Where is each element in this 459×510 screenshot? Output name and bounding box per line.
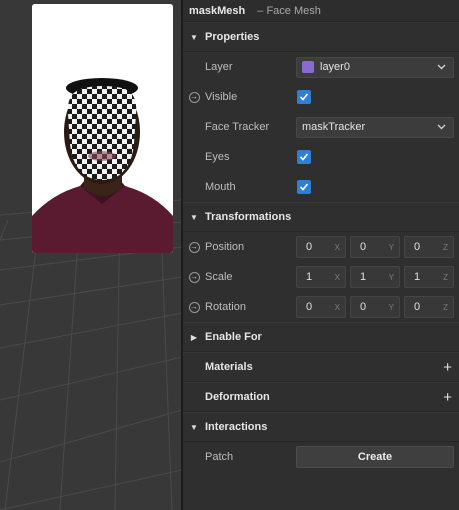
section-title: Enable For [205,331,262,343]
axis-x-label: X [334,273,340,282]
expanded-triangle-icon: ▼ [190,212,198,222]
patch-row: Patch Create [183,442,459,472]
visible-checkbox[interactable] [297,90,311,104]
section-title: Materials [205,361,253,373]
face-tracker-value: maskTracker [302,121,366,133]
section-title: Interactions [205,421,268,433]
section-materials: Materials + [183,352,459,382]
expanded-triangle-icon: ▼ [190,32,198,42]
position-y-field[interactable]: 0Y [350,236,400,258]
add-deformation-plus-icon[interactable]: + [443,390,452,405]
visible-label: Visible [205,91,238,103]
rotation-x-field[interactable]: 0X [296,296,346,318]
rotation-z-field[interactable]: 0Z [404,296,454,318]
patch-arrow-icon[interactable]: → [188,241,200,253]
rotation-row: → Rotation 0X 0Y 0Z [183,292,459,322]
collapsed-triangle-icon: ▶ [190,332,198,342]
position-label: Position [205,241,245,253]
scale-z-field[interactable]: 1Z [404,266,454,288]
scale-x-value: 1 [306,271,313,283]
scene-viewport[interactable] [0,0,182,510]
section-interactions[interactable]: ▼ Interactions [183,412,459,442]
axis-z-label: Z [443,303,448,312]
position-x-field[interactable]: 0X [296,236,346,258]
patch-label: Patch [205,451,234,463]
face-tracker-select[interactable]: maskTracker [296,116,454,138]
expanded-triangle-icon: ▼ [190,422,198,432]
layer-row: Layer layer0 [183,52,459,82]
eyes-checkbox[interactable] [297,150,311,164]
section-properties[interactable]: ▼ Properties [183,22,459,52]
rotation-x-value: 0 [306,301,313,313]
position-z-value: 0 [414,241,421,253]
section-deformation: Deformation + [183,382,459,412]
layer-select[interactable]: layer0 [296,56,454,78]
eyes-label: Eyes [205,151,230,163]
inspector-panel: maskMesh – Face Mesh ▼ Properties Layer … [183,0,459,510]
position-x-value: 0 [306,241,313,253]
rotation-label: Rotation [205,301,246,313]
object-type: – Face Mesh [257,4,321,17]
position-row: → Position 0X 0Y 0Z [183,232,459,262]
section-title: Transformations [205,211,292,223]
checkmark-icon [299,93,309,101]
layer-color-swatch [302,61,314,73]
camera-preview [32,4,173,253]
chevron-down-icon [437,64,446,69]
scale-z-value: 1 [414,271,421,283]
layer-label: Layer [205,61,233,73]
patch-arrow-icon[interactable]: → [188,271,200,283]
face-tracker-label: Face Tracker [205,121,270,133]
axis-x-label: X [334,243,340,252]
checkmark-icon [299,153,309,161]
mouth-row: Mouth [183,172,459,202]
rotation-y-field[interactable]: 0Y [350,296,400,318]
section-transformations[interactable]: ▼ Transformations [183,202,459,232]
add-material-plus-icon[interactable]: + [443,360,452,375]
face-mesh-preview-image [32,4,173,253]
axis-y-label: Y [388,303,394,312]
layer-value: layer0 [320,61,350,73]
axis-y-label: Y [388,243,394,252]
object-name: maskMesh [189,4,246,17]
create-patch-button[interactable]: Create [296,446,454,468]
scale-y-value: 1 [360,271,367,283]
scale-x-field[interactable]: 1X [296,266,346,288]
patch-arrow-icon[interactable]: → [188,301,200,313]
chevron-down-icon [437,124,446,129]
section-title: Properties [205,31,260,43]
axis-x-label: X [334,303,340,312]
axis-z-label: Z [443,243,448,252]
axis-y-label: Y [388,273,394,282]
rotation-y-value: 0 [360,301,367,313]
eyes-row: Eyes [183,142,459,172]
face-tracker-row: Face Tracker maskTracker [183,112,459,142]
scale-label: Scale [205,271,233,283]
mouth-checkbox[interactable] [297,180,311,194]
checkmark-icon [299,183,309,191]
position-z-field[interactable]: 0Z [404,236,454,258]
rotation-z-value: 0 [414,301,421,313]
position-y-value: 0 [360,241,367,253]
visible-row: → Visible [183,82,459,112]
patch-arrow-icon[interactable]: → [188,91,200,103]
mouth-label: Mouth [205,181,236,193]
section-enable-for[interactable]: ▶ Enable For [183,322,459,352]
scale-y-field[interactable]: 1Y [350,266,400,288]
scale-row: → Scale 1X 1Y 1Z [183,262,459,292]
axis-z-label: Z [443,273,448,282]
inspector-header: maskMesh – Face Mesh [183,0,459,22]
section-title: Deformation [205,391,270,403]
